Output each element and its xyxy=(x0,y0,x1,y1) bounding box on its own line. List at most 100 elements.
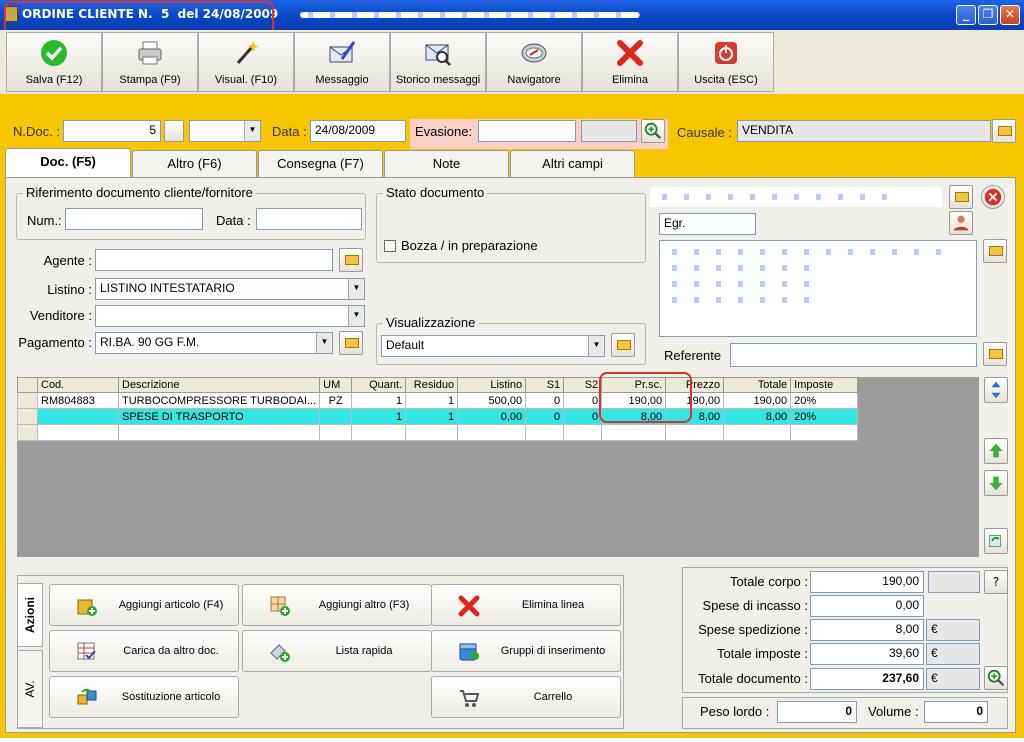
rif-date-input[interactable] xyxy=(256,208,362,230)
ndoc-series-button[interactable] xyxy=(164,120,184,142)
cell-descrizione[interactable]: SPESE DI TRASPORTO xyxy=(117,408,321,425)
agente-folder-button[interactable] xyxy=(339,248,363,272)
table-row[interactable]: SPESE DI TRASPORTO 1 1 0,00 0 0 8,00 8,0… xyxy=(17,408,859,425)
message-history-button[interactable]: Storico messaggi xyxy=(390,32,486,92)
table-row[interactable] xyxy=(17,424,859,441)
col-s2[interactable]: S2 xyxy=(563,377,603,393)
tab-altro[interactable]: Altro (F6) xyxy=(132,150,257,177)
cliente-clear-button[interactable] xyxy=(981,185,1005,209)
delete-line-button[interactable]: Elimina linea xyxy=(431,584,621,626)
visualizzazione-folder-button[interactable] xyxy=(611,333,635,357)
cell-um[interactable]: PZ xyxy=(319,392,353,409)
pagamento-folder-button[interactable] xyxy=(339,331,363,355)
tab-altri-campi[interactable]: Altri campi xyxy=(510,150,635,177)
evasione-input[interactable] xyxy=(478,120,576,142)
tab-doc[interactable]: Doc. (F5) xyxy=(5,148,131,178)
totals-search-button[interactable] xyxy=(984,666,1008,690)
cell-s2[interactable]: 0 xyxy=(563,392,603,409)
listino-select[interactable]: LISTINO INTESTATARIO ▼ xyxy=(95,278,365,300)
cell-imposte[interactable] xyxy=(790,424,859,441)
delete-button[interactable]: Elimina xyxy=(582,32,678,92)
exit-button[interactable]: Uscita (ESC) xyxy=(678,32,774,92)
cell-quant[interactable] xyxy=(351,424,407,441)
add-other-button[interactable]: Aggiungi altro (F3) xyxy=(242,584,432,626)
cell-totale[interactable]: 190,00 xyxy=(723,392,792,409)
col-listino[interactable]: Listino xyxy=(457,377,527,393)
insertion-groups-button[interactable]: Gruppi di inserimento xyxy=(431,630,621,672)
cell-quant[interactable]: 1 xyxy=(351,392,407,409)
spese-incasso-value[interactable]: 0,00 xyxy=(810,595,924,617)
referente-input[interactable] xyxy=(730,343,977,367)
cell-s2[interactable] xyxy=(563,424,603,441)
cell-s1[interactable]: 0 xyxy=(525,408,565,425)
cell-listino[interactable]: 500,00 xyxy=(457,392,527,409)
cell-um[interactable] xyxy=(319,408,353,425)
cell-cod[interactable] xyxy=(37,424,119,441)
cell-s1[interactable] xyxy=(525,424,565,441)
print-button[interactable]: Stampa (F9) xyxy=(102,32,198,92)
cell-s1[interactable]: 0 xyxy=(525,392,565,409)
cell-prezzo[interactable] xyxy=(665,424,725,441)
bozza-checkbox[interactable] xyxy=(384,240,396,252)
referente-folder-button[interactable] xyxy=(983,342,1007,366)
replace-article-button[interactable]: Sostituzione articolo xyxy=(49,676,239,718)
peso-lordo-value[interactable]: 0 xyxy=(777,701,857,723)
volume-value[interactable]: 0 xyxy=(924,701,988,723)
save-button[interactable]: Salva (F12) xyxy=(6,32,102,92)
sort-button[interactable] xyxy=(984,377,1008,403)
ndoc-series-select[interactable]: ▼ xyxy=(189,120,261,142)
pagamento-select[interactable]: RI.BA. 90 GG F.M. ▼ xyxy=(95,332,333,354)
agente-input[interactable] xyxy=(95,249,333,271)
rif-num-input[interactable] xyxy=(65,208,203,230)
minimize-button[interactable]: _ xyxy=(956,5,976,25)
cell-cod[interactable] xyxy=(37,408,119,425)
close-button[interactable]: ✕ xyxy=(1000,5,1020,25)
cliente-folder-button[interactable] xyxy=(949,185,973,209)
cell-descrizione[interactable]: TURBOCOMPRESSORE TURBODAI... xyxy=(117,392,321,409)
restore-button[interactable]: ❐ xyxy=(978,5,998,25)
cell-descrizione[interactable] xyxy=(117,424,321,441)
add-article-button[interactable]: Aggiungi articolo (F4) xyxy=(49,584,239,626)
message-button[interactable]: Messaggio xyxy=(294,32,390,92)
cliente-address-box[interactable] xyxy=(659,240,977,337)
cell-imposte[interactable]: 20% xyxy=(790,392,859,409)
cell-listino[interactable]: 0,00 xyxy=(457,408,527,425)
cell-residuo[interactable]: 1 xyxy=(405,408,459,425)
col-s1[interactable]: S1 xyxy=(525,377,565,393)
row-selector[interactable] xyxy=(17,392,38,409)
navigator-button[interactable]: Navigatore xyxy=(486,32,582,92)
row-selector[interactable] xyxy=(17,424,38,441)
cell-totale[interactable] xyxy=(723,424,792,441)
visualizzazione-select[interactable]: Default ▼ xyxy=(381,335,605,357)
cell-quant[interactable]: 1 xyxy=(351,408,407,425)
cliente-person-button[interactable] xyxy=(949,211,973,235)
table-row[interactable]: RM804883 TURBOCOMPRESSORE TURBODAI... PZ… xyxy=(17,392,859,409)
spese-spedizione-value[interactable]: 8,00 xyxy=(810,619,924,641)
cliente-title-input[interactable]: Egr. xyxy=(659,213,756,235)
cell-imposte[interactable]: 20% xyxy=(790,408,859,425)
refresh-button[interactable] xyxy=(984,528,1008,554)
move-up-button[interactable] xyxy=(984,438,1008,464)
cell-prsc[interactable] xyxy=(601,424,667,441)
load-from-doc-button[interactable]: Carica da altro doc. xyxy=(49,630,239,672)
col-quant[interactable]: Quant. xyxy=(351,377,407,393)
preview-button[interactable]: Visual. (F10) xyxy=(198,32,294,92)
causale-folder-button[interactable] xyxy=(992,119,1016,143)
cell-um[interactable] xyxy=(319,424,353,441)
date-input[interactable]: 24/08/2009 xyxy=(310,120,406,142)
cell-totale[interactable]: 8,00 xyxy=(723,408,792,425)
col-cod[interactable]: Cod. xyxy=(37,377,119,393)
causale-input[interactable]: VENDITA xyxy=(737,120,991,142)
row-selector[interactable] xyxy=(17,408,38,425)
col-um[interactable]: UM xyxy=(319,377,353,393)
cell-residuo[interactable] xyxy=(405,424,459,441)
tab-av[interactable]: AV. xyxy=(17,650,43,728)
evasione-search-button[interactable] xyxy=(641,119,665,143)
col-residuo[interactable]: Residuo xyxy=(405,377,459,393)
cell-s2[interactable]: 0 xyxy=(563,408,603,425)
tab-consegna[interactable]: Consegna (F7) xyxy=(258,150,383,177)
cell-cod[interactable]: RM804883 xyxy=(37,392,119,409)
venditore-select[interactable]: ▼ xyxy=(95,305,365,327)
col-imposte[interactable]: Imposte xyxy=(790,377,859,393)
address-folder-button[interactable] xyxy=(983,239,1007,263)
